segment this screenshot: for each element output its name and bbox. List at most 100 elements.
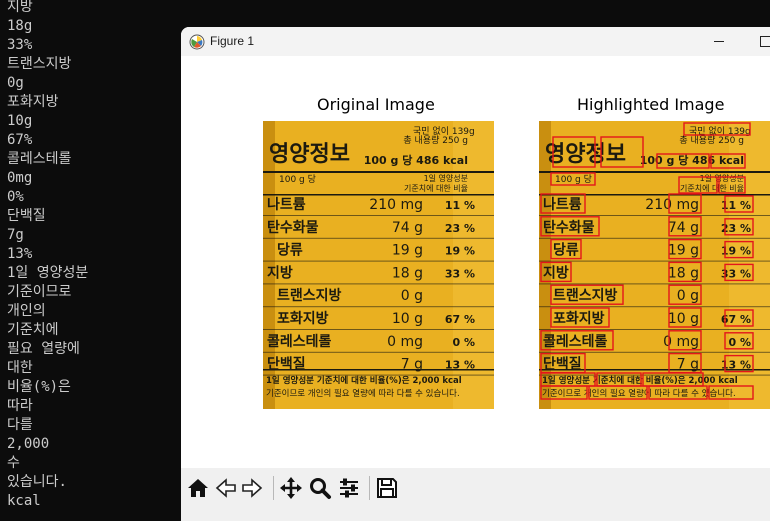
nutrient-amount: 74 g bbox=[668, 220, 699, 236]
pan-icon[interactable] bbox=[278, 475, 304, 501]
navigation-toolbar bbox=[181, 468, 770, 521]
label-header: 영양정보 bbox=[545, 142, 626, 167]
label-ref-note-1: 1일 영양성분 bbox=[424, 173, 468, 183]
label-rule bbox=[263, 369, 494, 371]
forward-arrow-icon[interactable] bbox=[239, 475, 265, 501]
label-rule bbox=[539, 369, 770, 371]
nutrient-name: 탄수화물 bbox=[267, 219, 319, 236]
nutrient-name: 당류 bbox=[553, 242, 579, 259]
terminal-line: 지방 bbox=[7, 0, 33, 15]
nutrient-name: 지방 bbox=[543, 264, 569, 281]
terminal-line: 대한 bbox=[7, 360, 33, 376]
toolbar-separator bbox=[273, 476, 274, 500]
nutrient-name: 나트륨 bbox=[543, 197, 582, 213]
back-arrow-icon[interactable] bbox=[213, 475, 239, 501]
original-image: 국민 없이 139g 영양정보 총 내용량 250 g 100 g 당 486 kca… bbox=[263, 121, 494, 409]
configure-subplots-icon[interactable] bbox=[336, 475, 362, 501]
label-row-rule bbox=[263, 283, 494, 285]
nutrient-name: 트랜스지방 bbox=[277, 287, 342, 304]
label-ref-note-1: 1일 영양성분 bbox=[700, 173, 744, 183]
nutrient-percent: 11 % bbox=[445, 199, 475, 212]
label-row-rule bbox=[539, 237, 770, 239]
label-row-rule bbox=[539, 215, 770, 216]
nutrient-name: 포화지방 bbox=[553, 310, 605, 327]
label-per-100: 100 g 당 486 kcal bbox=[364, 153, 468, 167]
nutrient-amount: 0 g bbox=[401, 288, 423, 304]
terminal-line: 단백질 bbox=[7, 208, 46, 224]
nutrient-amount: 0 g bbox=[677, 288, 699, 304]
terminal-output: 지방 18g 33% 트랜스지방 0g 포화지방 10g 67% 콜레스테롤 0mg 0% 단백질 7g… bbox=[0, 0, 181, 521]
right-subplot-title: Highlighted Image bbox=[577, 95, 725, 114]
save-icon[interactable] bbox=[374, 475, 400, 501]
nutrient-percent: 19 % bbox=[445, 245, 475, 258]
home-icon[interactable] bbox=[185, 475, 211, 501]
terminal-line: 10g bbox=[7, 113, 33, 129]
terminal-line: 기준치에 bbox=[7, 322, 59, 338]
nutrient-amount: 0 mg bbox=[387, 334, 423, 350]
label-row-rule bbox=[539, 306, 770, 308]
matplotlib-app-icon bbox=[189, 34, 205, 50]
label-row-rule bbox=[263, 215, 494, 216]
label-per-100: 100 g 당 486 kcal bbox=[640, 153, 744, 167]
terminal-line: 67% bbox=[7, 132, 33, 148]
window-title: Figure 1 bbox=[210, 34, 255, 48]
terminal-line: 18g bbox=[7, 18, 33, 34]
zoom-icon[interactable] bbox=[307, 475, 333, 501]
minimize-button[interactable] bbox=[700, 27, 740, 56]
terminal-line: 1일 영양성분 bbox=[7, 265, 89, 281]
terminal-line: 기준이므로 bbox=[7, 284, 72, 300]
label-row-rule bbox=[539, 260, 770, 262]
highlighted-image: 국민 없이 139g 영양정보 총 내용량 250 g 100 g 당 486 kca… bbox=[539, 121, 770, 409]
label-row-rule bbox=[263, 351, 494, 353]
terminal-line: 0mg bbox=[7, 170, 33, 186]
label-row-rule bbox=[263, 306, 494, 308]
minimize-icon bbox=[714, 41, 724, 42]
nutrient-name: 지방 bbox=[267, 264, 293, 281]
label-package-note: 총 내용량 250 g bbox=[403, 134, 468, 146]
label-package-note: 총 내용량 250 g bbox=[679, 134, 744, 146]
terminal-line: 포화지방 bbox=[7, 94, 59, 110]
maximize-icon bbox=[760, 36, 770, 47]
terminal-line: 수 bbox=[7, 455, 20, 471]
nutrient-percent: 23 % bbox=[445, 222, 475, 235]
title-bar[interactable]: Figure 1 bbox=[181, 27, 770, 57]
label-row-rule bbox=[539, 329, 770, 330]
terminal-line: 콜레스테롤 bbox=[7, 151, 72, 167]
nutrient-name: 나트륨 bbox=[267, 197, 306, 213]
nutrient-amount: 10 g bbox=[668, 311, 699, 327]
nutrient-amount: 74 g bbox=[392, 220, 423, 236]
label-footnote-1: 1일 영양성분 기준치에 대한 비율(%)은 2,000 kcal bbox=[266, 375, 462, 386]
terminal-line: 따라 bbox=[7, 398, 33, 414]
nutrient-amount: 19 g bbox=[668, 243, 699, 259]
label-header: 영양정보 bbox=[269, 142, 350, 167]
label-row-rule bbox=[263, 329, 494, 330]
nutrient-amount: 19 g bbox=[392, 243, 423, 259]
terminal-line: kcal bbox=[7, 493, 41, 509]
nutrient-name: 트랜스지방 bbox=[553, 287, 618, 304]
maximize-button[interactable] bbox=[746, 27, 770, 56]
terminal-line: 다를 bbox=[7, 417, 33, 433]
terminal-line: 7g bbox=[7, 227, 24, 243]
nutrient-amount: 18 g bbox=[668, 265, 699, 281]
terminal-line: 필요 열량에 bbox=[7, 341, 80, 357]
nutrient-name: 탄수화물 bbox=[543, 219, 595, 236]
label-row-rule bbox=[539, 351, 770, 353]
terminal-line: 트랜스지방 bbox=[7, 56, 72, 72]
label-rule bbox=[263, 171, 494, 173]
nutrient-percent: 67 % bbox=[445, 313, 475, 326]
nutrient-percent: 33 % bbox=[445, 267, 475, 280]
label-rule bbox=[263, 194, 494, 196]
nutrient-amount: 10 g bbox=[392, 311, 423, 327]
label-footnote-1: 1일 영양성분 기준치에 대한 비율(%)은 2,000 kcal bbox=[542, 375, 738, 386]
terminal-line: 33% bbox=[7, 37, 33, 53]
label-row-rule bbox=[539, 283, 770, 285]
terminal-line: 비율(%)은 bbox=[7, 379, 71, 395]
toolbar-separator bbox=[369, 476, 370, 500]
label-per-small: 100 g 당 bbox=[279, 174, 316, 185]
label-row-rule bbox=[263, 260, 494, 262]
nutrient-percent: 0 % bbox=[728, 336, 751, 349]
label-per-small: 100 g 당 bbox=[555, 174, 592, 185]
terminal-line: 13% bbox=[7, 246, 33, 262]
terminal-line: 개인의 bbox=[7, 303, 46, 319]
figure-canvas[interactable]: Original Image Highlighted Image 국민 없이 1… bbox=[181, 56, 770, 468]
